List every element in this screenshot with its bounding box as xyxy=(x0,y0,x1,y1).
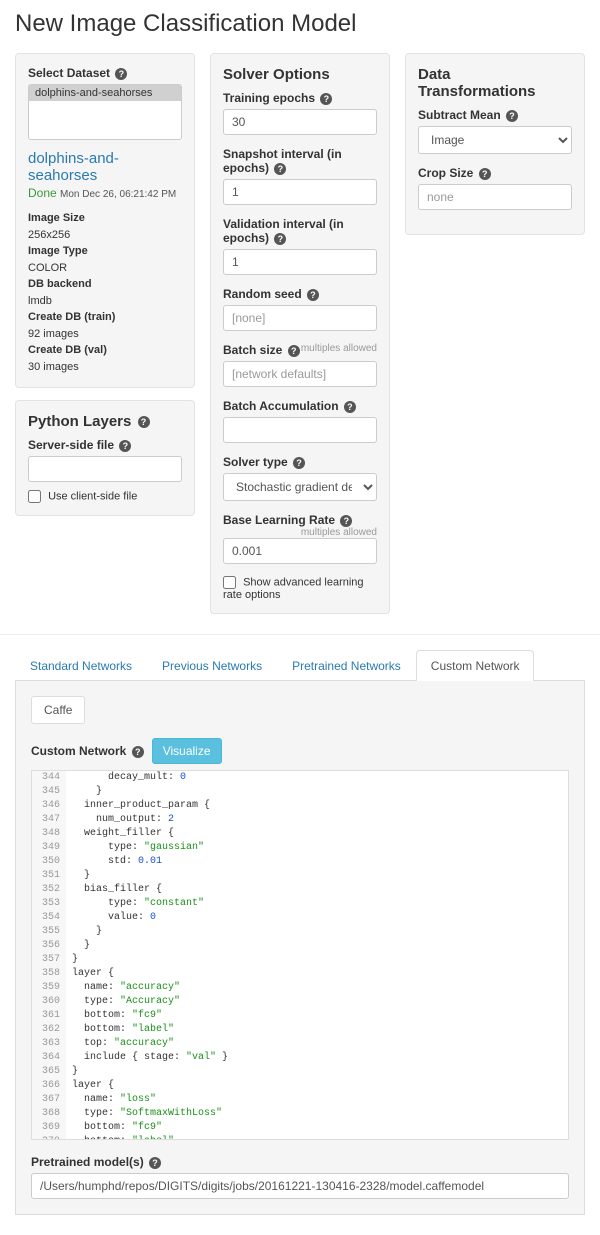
solver-heading: Solver Options xyxy=(223,66,377,83)
info-icon[interactable]: ? xyxy=(288,345,300,357)
code-line[interactable]: 351 } xyxy=(32,869,568,883)
code-line[interactable]: 354 value: 0 xyxy=(32,911,568,925)
code-line[interactable]: 365} xyxy=(32,1065,568,1079)
info-icon[interactable]: ? xyxy=(344,401,356,413)
meta-key: Image Type xyxy=(28,243,182,260)
meta-value: lmdb xyxy=(28,293,182,310)
info-icon[interactable]: ? xyxy=(274,163,286,175)
meta-value: 30 images xyxy=(28,359,182,376)
info-icon[interactable]: ? xyxy=(479,168,491,180)
code-line[interactable]: 359 name: "accuracy" xyxy=(32,981,568,995)
code-line[interactable]: 345 } xyxy=(32,785,568,799)
meta-value: COLOR xyxy=(28,260,182,277)
info-icon[interactable]: ? xyxy=(274,233,286,245)
learning-rate-input[interactable] xyxy=(223,538,377,564)
crop-size-input[interactable] xyxy=(418,184,572,210)
info-icon[interactable]: ? xyxy=(149,1157,161,1169)
random-seed-input[interactable] xyxy=(223,305,377,331)
validation-interval-input[interactable] xyxy=(223,249,377,275)
tab-custom-network[interactable]: Custom Network xyxy=(416,650,535,681)
code-editor[interactable]: 344 decay_mult: 0345 }346 inner_product_… xyxy=(31,770,569,1140)
python-layers-panel: Python Layers ? Server-side file ? Use c… xyxy=(15,400,195,516)
snapshot-interval-input[interactable] xyxy=(223,179,377,205)
code-line[interactable]: 360 type: "Accuracy" xyxy=(32,995,568,1009)
code-line[interactable]: 356 } xyxy=(32,939,568,953)
code-line[interactable]: 352 bias_filler { xyxy=(32,883,568,897)
pretrained-model-input[interactable] xyxy=(31,1173,569,1199)
info-icon[interactable]: ? xyxy=(307,289,319,301)
code-line[interactable]: 370 bottom: "label" xyxy=(32,1135,568,1140)
sub-tab-caffe[interactable]: Caffe xyxy=(31,696,85,724)
client-file-label: Use client-side file xyxy=(48,490,137,502)
page-title: New Image Classification Model xyxy=(15,10,585,38)
subtract-mean-select[interactable]: Image xyxy=(418,126,572,154)
solver-type-select[interactable]: Stochastic gradient descent (SGD) xyxy=(223,473,377,501)
tab-standard-networks[interactable]: Standard Networks xyxy=(15,650,147,681)
dataset-listbox[interactable]: dolphins-and-seahorses xyxy=(28,84,182,140)
meta-key: Create DB (val) xyxy=(28,342,182,359)
code-line[interactable]: 368 type: "SoftmaxWithLoss" xyxy=(32,1107,568,1121)
dataset-status: Done Mon Dec 26, 06:21:42 PM xyxy=(28,186,182,200)
code-line[interactable]: 350 std: 0.01 xyxy=(32,855,568,869)
code-line[interactable]: 347 num_output: 2 xyxy=(32,813,568,827)
code-line[interactable]: 361 bottom: "fc9" xyxy=(32,1009,568,1023)
network-tabs: Standard NetworksPrevious NetworksPretra… xyxy=(15,650,585,681)
transforms-panel: Data Transformations Subtract Mean ? Ima… xyxy=(405,53,585,235)
pretrained-label: Pretrained model(s) ? xyxy=(31,1155,569,1169)
dataset-link[interactable]: dolphins-and-seahorses xyxy=(28,150,182,184)
code-line[interactable]: 367 name: "loss" xyxy=(32,1093,568,1107)
python-layers-heading: Python Layers ? xyxy=(28,413,182,430)
code-line[interactable]: 355 } xyxy=(32,925,568,939)
batch-accum-input[interactable] xyxy=(223,417,377,443)
transforms-heading: Data Transformations xyxy=(418,66,572,100)
code-line[interactable]: 364 include { stage: "val" } xyxy=(32,1051,568,1065)
code-line[interactable]: 349 type: "gaussian" xyxy=(32,841,568,855)
info-icon[interactable]: ? xyxy=(115,68,127,80)
code-line[interactable]: 366layer { xyxy=(32,1079,568,1093)
server-file-input[interactable] xyxy=(28,456,182,482)
info-icon[interactable]: ? xyxy=(293,457,305,469)
meta-key: DB backend xyxy=(28,276,182,293)
meta-key: Image Size xyxy=(28,210,182,227)
visualize-button[interactable]: Visualize xyxy=(152,738,222,764)
info-icon[interactable]: ? xyxy=(132,746,144,758)
dataset-panel: Select Dataset ? dolphins-and-seahorses … xyxy=(15,53,195,388)
tab-previous-networks[interactable]: Previous Networks xyxy=(147,650,277,681)
meta-key: Create DB (train) xyxy=(28,309,182,326)
meta-value: 92 images xyxy=(28,326,182,343)
meta-value: 256x256 xyxy=(28,227,182,244)
server-file-label: Server-side file ? xyxy=(28,438,182,452)
select-dataset-label: Select Dataset ? xyxy=(28,66,182,80)
code-line[interactable]: 353 type: "constant" xyxy=(32,897,568,911)
info-icon[interactable]: ? xyxy=(320,93,332,105)
custom-network-label: Custom Network ? xyxy=(31,744,144,758)
code-line[interactable]: 362 bottom: "label" xyxy=(32,1023,568,1037)
code-line[interactable]: 363 top: "accuracy" xyxy=(32,1037,568,1051)
info-icon[interactable]: ? xyxy=(119,440,131,452)
info-icon[interactable]: ? xyxy=(506,110,518,122)
training-epochs-input[interactable] xyxy=(223,109,377,135)
code-line[interactable]: 369 bottom: "fc9" xyxy=(32,1121,568,1135)
code-line[interactable]: 348 weight_filler { xyxy=(32,827,568,841)
code-line[interactable]: 344 decay_mult: 0 xyxy=(32,771,568,785)
solver-panel: Solver Options Training epochs ? Snapsho… xyxy=(210,53,390,614)
info-icon[interactable]: ? xyxy=(340,515,352,527)
code-line[interactable]: 346 inner_product_param { xyxy=(32,799,568,813)
tab-pretrained-networks[interactable]: Pretrained Networks xyxy=(277,650,416,681)
code-line[interactable]: 357} xyxy=(32,953,568,967)
info-icon[interactable]: ? xyxy=(138,416,150,428)
dataset-option[interactable]: dolphins-and-seahorses xyxy=(29,85,181,101)
advanced-lr-checkbox[interactable] xyxy=(223,576,236,589)
batch-size-input[interactable] xyxy=(223,361,377,387)
code-line[interactable]: 358layer { xyxy=(32,967,568,981)
client-file-checkbox[interactable] xyxy=(28,490,41,503)
custom-network-panel: Caffe Custom Network ? Visualize 344 dec… xyxy=(15,681,585,1215)
